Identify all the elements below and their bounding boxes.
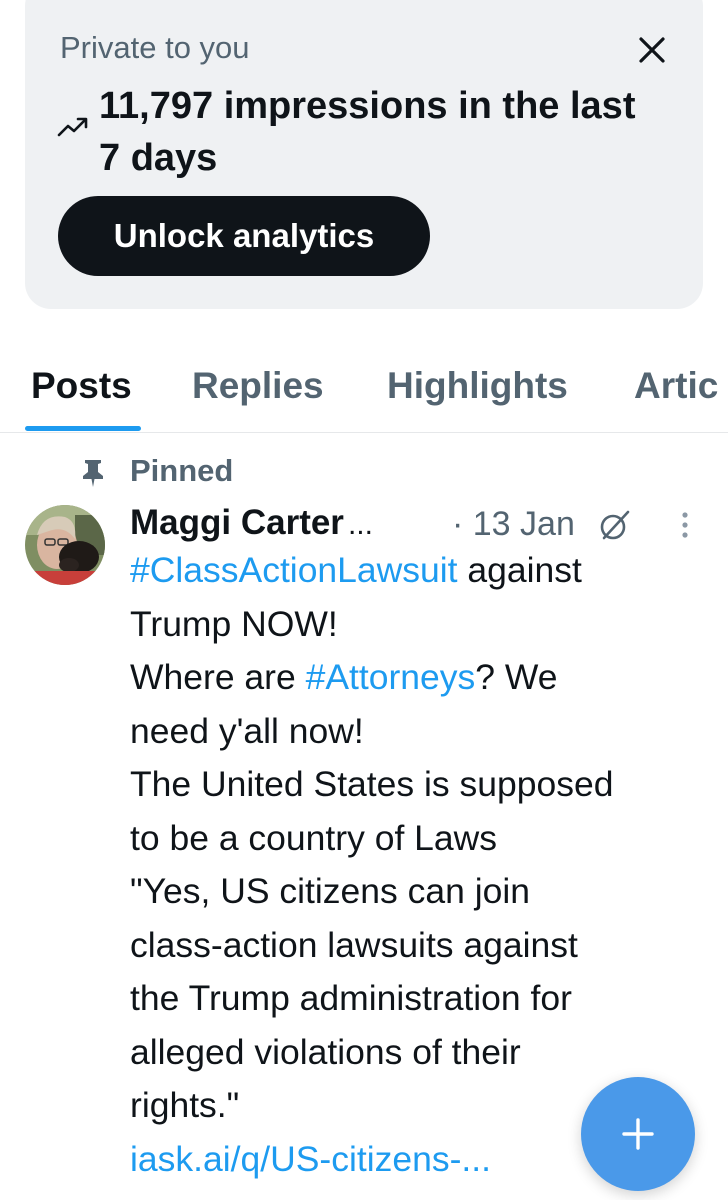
post-text-segment: ? We xyxy=(475,657,558,697)
post-line: alleged violations of their xyxy=(130,1031,521,1072)
post-date[interactable]: · 13 Jan xyxy=(452,502,575,546)
unlock-analytics-button[interactable]: Unlock analytics xyxy=(58,196,430,276)
author-truncation: ... xyxy=(347,508,373,541)
close-icon[interactable] xyxy=(630,28,674,72)
post-line: Trump NOW! xyxy=(130,603,338,644)
tab-articles[interactable]: Artic xyxy=(634,364,718,408)
private-label: Private to you xyxy=(60,30,250,65)
plus-icon xyxy=(622,1118,654,1150)
post-line: "Yes, US citizens can join xyxy=(130,871,531,911)
post-line: need y'all now! xyxy=(130,710,364,751)
post-line: #ClassActionLawsuit against xyxy=(130,544,700,598)
post-line: to be a country of Laws xyxy=(130,817,498,858)
profile-tabs: Posts Replies Highlights Artic xyxy=(0,340,728,433)
hashtag-link[interactable]: #Attorneys xyxy=(306,657,476,697)
edited-icon xyxy=(598,508,632,542)
trending-up-icon xyxy=(57,114,91,138)
more-options-icon[interactable] xyxy=(672,510,698,542)
post-line: Where are #Attorneys? We xyxy=(130,651,700,705)
pinned-label: Pinned xyxy=(130,453,234,488)
impressions-headline: 11,797 impressions in the last 7 days xyxy=(99,85,636,179)
author-name[interactable]: Maggi Carter... xyxy=(130,500,373,548)
hashtag-link[interactable]: #ClassActionLawsuit xyxy=(130,550,458,590)
post-line: the Trump administration for xyxy=(130,978,572,1018)
profile-page: Private to you 11,797 impressions in the… xyxy=(0,0,728,1200)
post-text-segment: Where are xyxy=(130,657,306,697)
tab-highlights[interactable]: Highlights xyxy=(387,364,568,408)
avatar[interactable] xyxy=(25,505,105,585)
compose-post-button[interactable] xyxy=(581,1077,695,1191)
tab-replies[interactable]: Replies xyxy=(192,364,324,408)
pin-icon xyxy=(80,458,106,488)
post-text-segment: against xyxy=(457,550,582,590)
analytics-card: Private to you 11,797 impressions in the… xyxy=(25,0,703,309)
active-tab-indicator xyxy=(25,426,141,431)
post-line: The United States is supposed xyxy=(130,764,614,804)
tab-posts[interactable]: Posts xyxy=(31,364,132,408)
author-name-text[interactable]: Maggi Carter xyxy=(130,503,344,542)
post-line: class-action lawsuits against xyxy=(130,924,578,965)
